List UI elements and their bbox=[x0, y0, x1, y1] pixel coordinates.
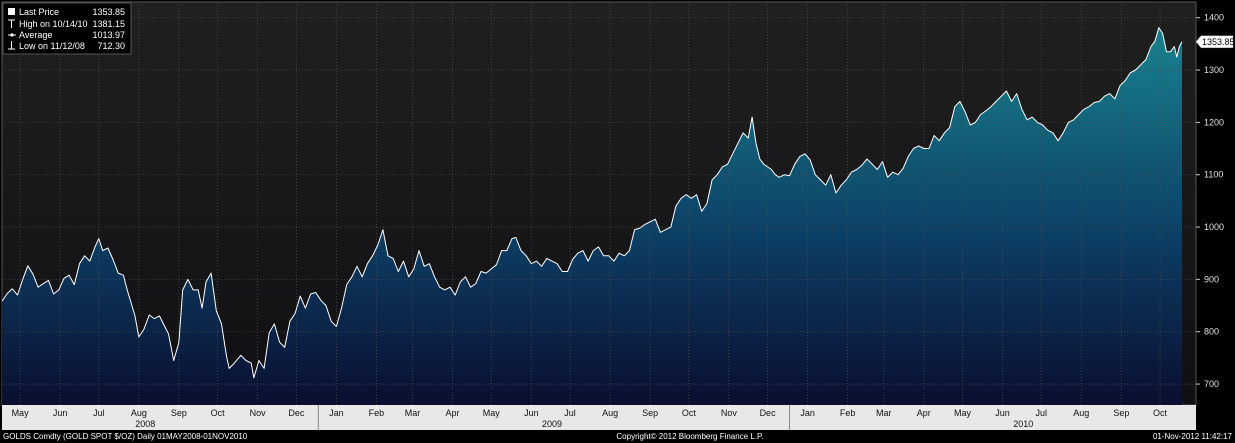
x-tick-label-month: Mar bbox=[405, 408, 421, 418]
x-tick-label-month: Nov bbox=[721, 408, 738, 418]
x-tick-label-year: 2010 bbox=[1013, 419, 1033, 429]
footer-copyright: Copyright© 2012 Bloomberg Finance L.P. bbox=[616, 432, 763, 441]
x-tick-label-month: May bbox=[12, 408, 30, 418]
average-marker-dot bbox=[10, 33, 14, 37]
footer-timestamp: 01-Nov-2012 11:42:17 bbox=[1153, 432, 1233, 441]
x-tick-label-month: Apr bbox=[446, 408, 460, 418]
y-tick-label: 1300 bbox=[1204, 65, 1224, 75]
legend-high-label: High on 10/14/10 bbox=[19, 19, 88, 29]
last-price-tag: 1353.85 bbox=[1195, 35, 1235, 49]
x-tick-label-month: Mar bbox=[876, 408, 892, 418]
x-tick-label-month: Jun bbox=[53, 408, 68, 418]
x-tick-label-month: Feb bbox=[369, 408, 385, 418]
last-price-tag-value: 1353.85 bbox=[1202, 37, 1235, 47]
legend-last-price-value: 1353.85 bbox=[92, 7, 125, 17]
x-tick-label-year: 2008 bbox=[135, 419, 155, 429]
x-tick-label-month: Sep bbox=[171, 408, 187, 418]
x-tick-label-month: Feb bbox=[840, 408, 856, 418]
x-tick-label-month: Aug bbox=[1073, 408, 1089, 418]
x-tick-label-month: Jul bbox=[1036, 408, 1048, 418]
x-tick-label-month: Oct bbox=[211, 408, 226, 418]
x-tick-label-month: Nov bbox=[250, 408, 267, 418]
x-tick-label-month: Jun bbox=[524, 408, 539, 418]
y-tick-label: 1400 bbox=[1204, 13, 1224, 23]
x-tick-label-month: Oct bbox=[1153, 408, 1168, 418]
x-tick-label-month: Jul bbox=[93, 408, 105, 418]
y-tick-label: 1100 bbox=[1204, 170, 1223, 180]
footer-ticker: GOLDS Comdty (GOLD SPOT $/OZ) Daily 01MA… bbox=[3, 432, 248, 441]
y-tick-label: 1000 bbox=[1204, 222, 1224, 232]
x-tick-label-month: Oct bbox=[682, 408, 697, 418]
legend-low-label: Low on 11/12/08 bbox=[19, 41, 85, 51]
y-tick-label: 1200 bbox=[1204, 117, 1224, 127]
x-tick-label-month: Aug bbox=[602, 408, 618, 418]
x-tick-label-month: Jun bbox=[995, 408, 1010, 418]
x-tick-label-month: Dec bbox=[288, 408, 305, 418]
legend-average-value: 1013.97 bbox=[92, 30, 125, 40]
legend-low-value: 712.30 bbox=[97, 41, 125, 51]
y-tick-label: 900 bbox=[1204, 274, 1219, 284]
legend: Last Price 1353.85 High on 10/14/10 1381… bbox=[2, 2, 132, 55]
x-axis: May Jun Jul Aug Sep Oct Nov Dec Jan Feb Mar Apr May J… bbox=[2, 405, 1196, 430]
legend-last-price-label: Last Price bbox=[19, 7, 59, 17]
x-tick-label-year: 2009 bbox=[542, 419, 562, 429]
x-tick-label-month: Aug bbox=[131, 408, 147, 418]
x-tick-label-month: Jan bbox=[800, 408, 815, 418]
x-tick-label-month: May bbox=[954, 408, 972, 418]
last-price-swatch bbox=[8, 8, 15, 15]
legend-high-value: 1381.15 bbox=[92, 19, 125, 29]
x-tick-label-month: Apr bbox=[917, 408, 931, 418]
x-tick-label-month: Jan bbox=[329, 408, 344, 418]
x-tick-label-month: Jul bbox=[564, 408, 576, 418]
x-tick-label-month: Sep bbox=[642, 408, 658, 418]
y-tick-label: 800 bbox=[1204, 327, 1219, 337]
legend-average-label: Average bbox=[19, 30, 52, 40]
x-tick-label-month: May bbox=[483, 408, 501, 418]
gold-price-chart: 700 800 900 1000 1100 1200 1300 1400 1353.85 Ma… bbox=[0, 0, 1235, 443]
x-tick-label-month: Sep bbox=[1113, 408, 1129, 418]
y-tick-label: 700 bbox=[1204, 379, 1219, 389]
x-tick-label-month: Dec bbox=[760, 408, 777, 418]
